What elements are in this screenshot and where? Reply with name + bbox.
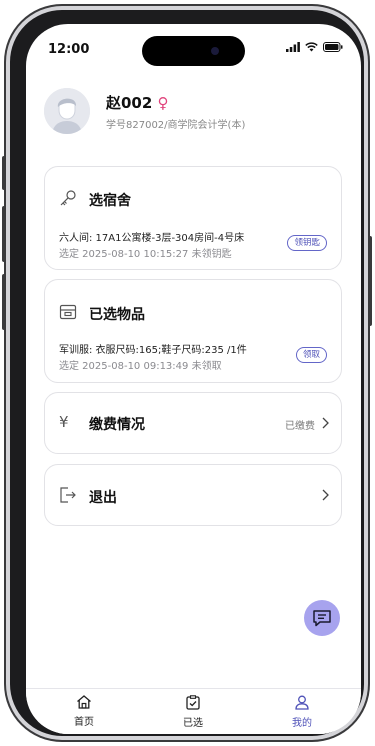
- battery-icon: [323, 42, 343, 52]
- power-button: [368, 236, 372, 326]
- box-icon: [59, 304, 77, 320]
- signal-icon: [286, 42, 300, 52]
- phone-frame: 12:00 赵002 ♀ 学号827002/商学院会计学(本) 选宿舍 六人间:…: [2, 6, 372, 740]
- status-time: 12:00: [48, 42, 90, 57]
- logout-card[interactable]: 退出: [44, 464, 342, 526]
- chat-button[interactable]: [304, 600, 340, 636]
- mute-switch: [2, 156, 6, 190]
- logout-icon: [60, 487, 76, 503]
- bottom-tab-bar: 首页 已选 我的: [26, 688, 361, 734]
- volume-down-button: [2, 274, 6, 330]
- dorm-selected-time: 选定 2025-08-10 10:15:27 未领钥匙: [59, 249, 232, 260]
- profile-header: 赵002 ♀ 学号827002/商学院会计学(本): [44, 88, 344, 138]
- clipboard-check-icon: [186, 695, 200, 710]
- female-icon: ♀: [157, 94, 169, 112]
- avatar: [44, 88, 90, 134]
- payment-status: 已缴费: [285, 421, 315, 432]
- items-selected-time: 选定 2025-08-10 09:13:49 未领取: [59, 361, 222, 372]
- profile-name-row: 赵002 ♀: [106, 92, 169, 113]
- dynamic-island: [142, 36, 245, 66]
- items-detail: 军训服: 衣服尺码:165;鞋子尺码:235 /1件: [59, 345, 247, 356]
- items-card[interactable]: 已选物品 军训服: 衣服尺码:165;鞋子尺码:235 /1件 选定 2025-…: [44, 279, 342, 383]
- user-avatar-icon: [44, 88, 90, 134]
- camera-icon: [211, 47, 219, 55]
- message-icon: [313, 610, 331, 627]
- wifi-icon: [305, 42, 318, 52]
- tab-selected[interactable]: 已选: [163, 695, 223, 729]
- system-icons: [286, 42, 343, 52]
- tab-selected-label: 已选: [183, 718, 203, 729]
- tab-mine[interactable]: 我的: [272, 695, 332, 729]
- payment-card-title: 缴费情况: [89, 417, 145, 433]
- tab-home[interactable]: 首页: [54, 695, 114, 728]
- chevron-right-icon: [322, 489, 329, 501]
- user-icon: [295, 695, 309, 710]
- home-icon: [77, 695, 91, 709]
- receive-button[interactable]: 领取: [295, 347, 327, 363]
- status-bar: 12:00: [26, 24, 361, 74]
- dorm-card[interactable]: 选宿舍 六人间: 17A1公寓楼-3层-304房间-4号床 选定 2025-08…: [44, 166, 342, 270]
- dorm-detail: 六人间: 17A1公寓楼-3层-304房间-4号床: [59, 233, 245, 244]
- logout-card-title: 退出: [89, 490, 117, 506]
- tab-mine-label: 我的: [292, 718, 312, 729]
- yen-icon: ¥: [59, 413, 69, 431]
- payment-card[interactable]: ¥ 缴费情况 已缴费: [44, 392, 342, 454]
- items-card-title: 已选物品: [89, 307, 145, 323]
- profile-info: 学号827002/商学院会计学(本): [106, 120, 246, 131]
- chevron-right-icon: [322, 417, 329, 429]
- tab-home-label: 首页: [74, 717, 94, 728]
- screen: 12:00 赵002 ♀ 学号827002/商学院会计学(本) 选宿舍 六人间:…: [26, 24, 361, 734]
- dorm-card-title: 选宿舍: [89, 193, 131, 209]
- key-icon: [60, 190, 76, 206]
- volume-up-button: [2, 206, 6, 262]
- profile-name: 赵002: [106, 94, 153, 112]
- get-key-button[interactable]: 领钥匙: [287, 235, 327, 251]
